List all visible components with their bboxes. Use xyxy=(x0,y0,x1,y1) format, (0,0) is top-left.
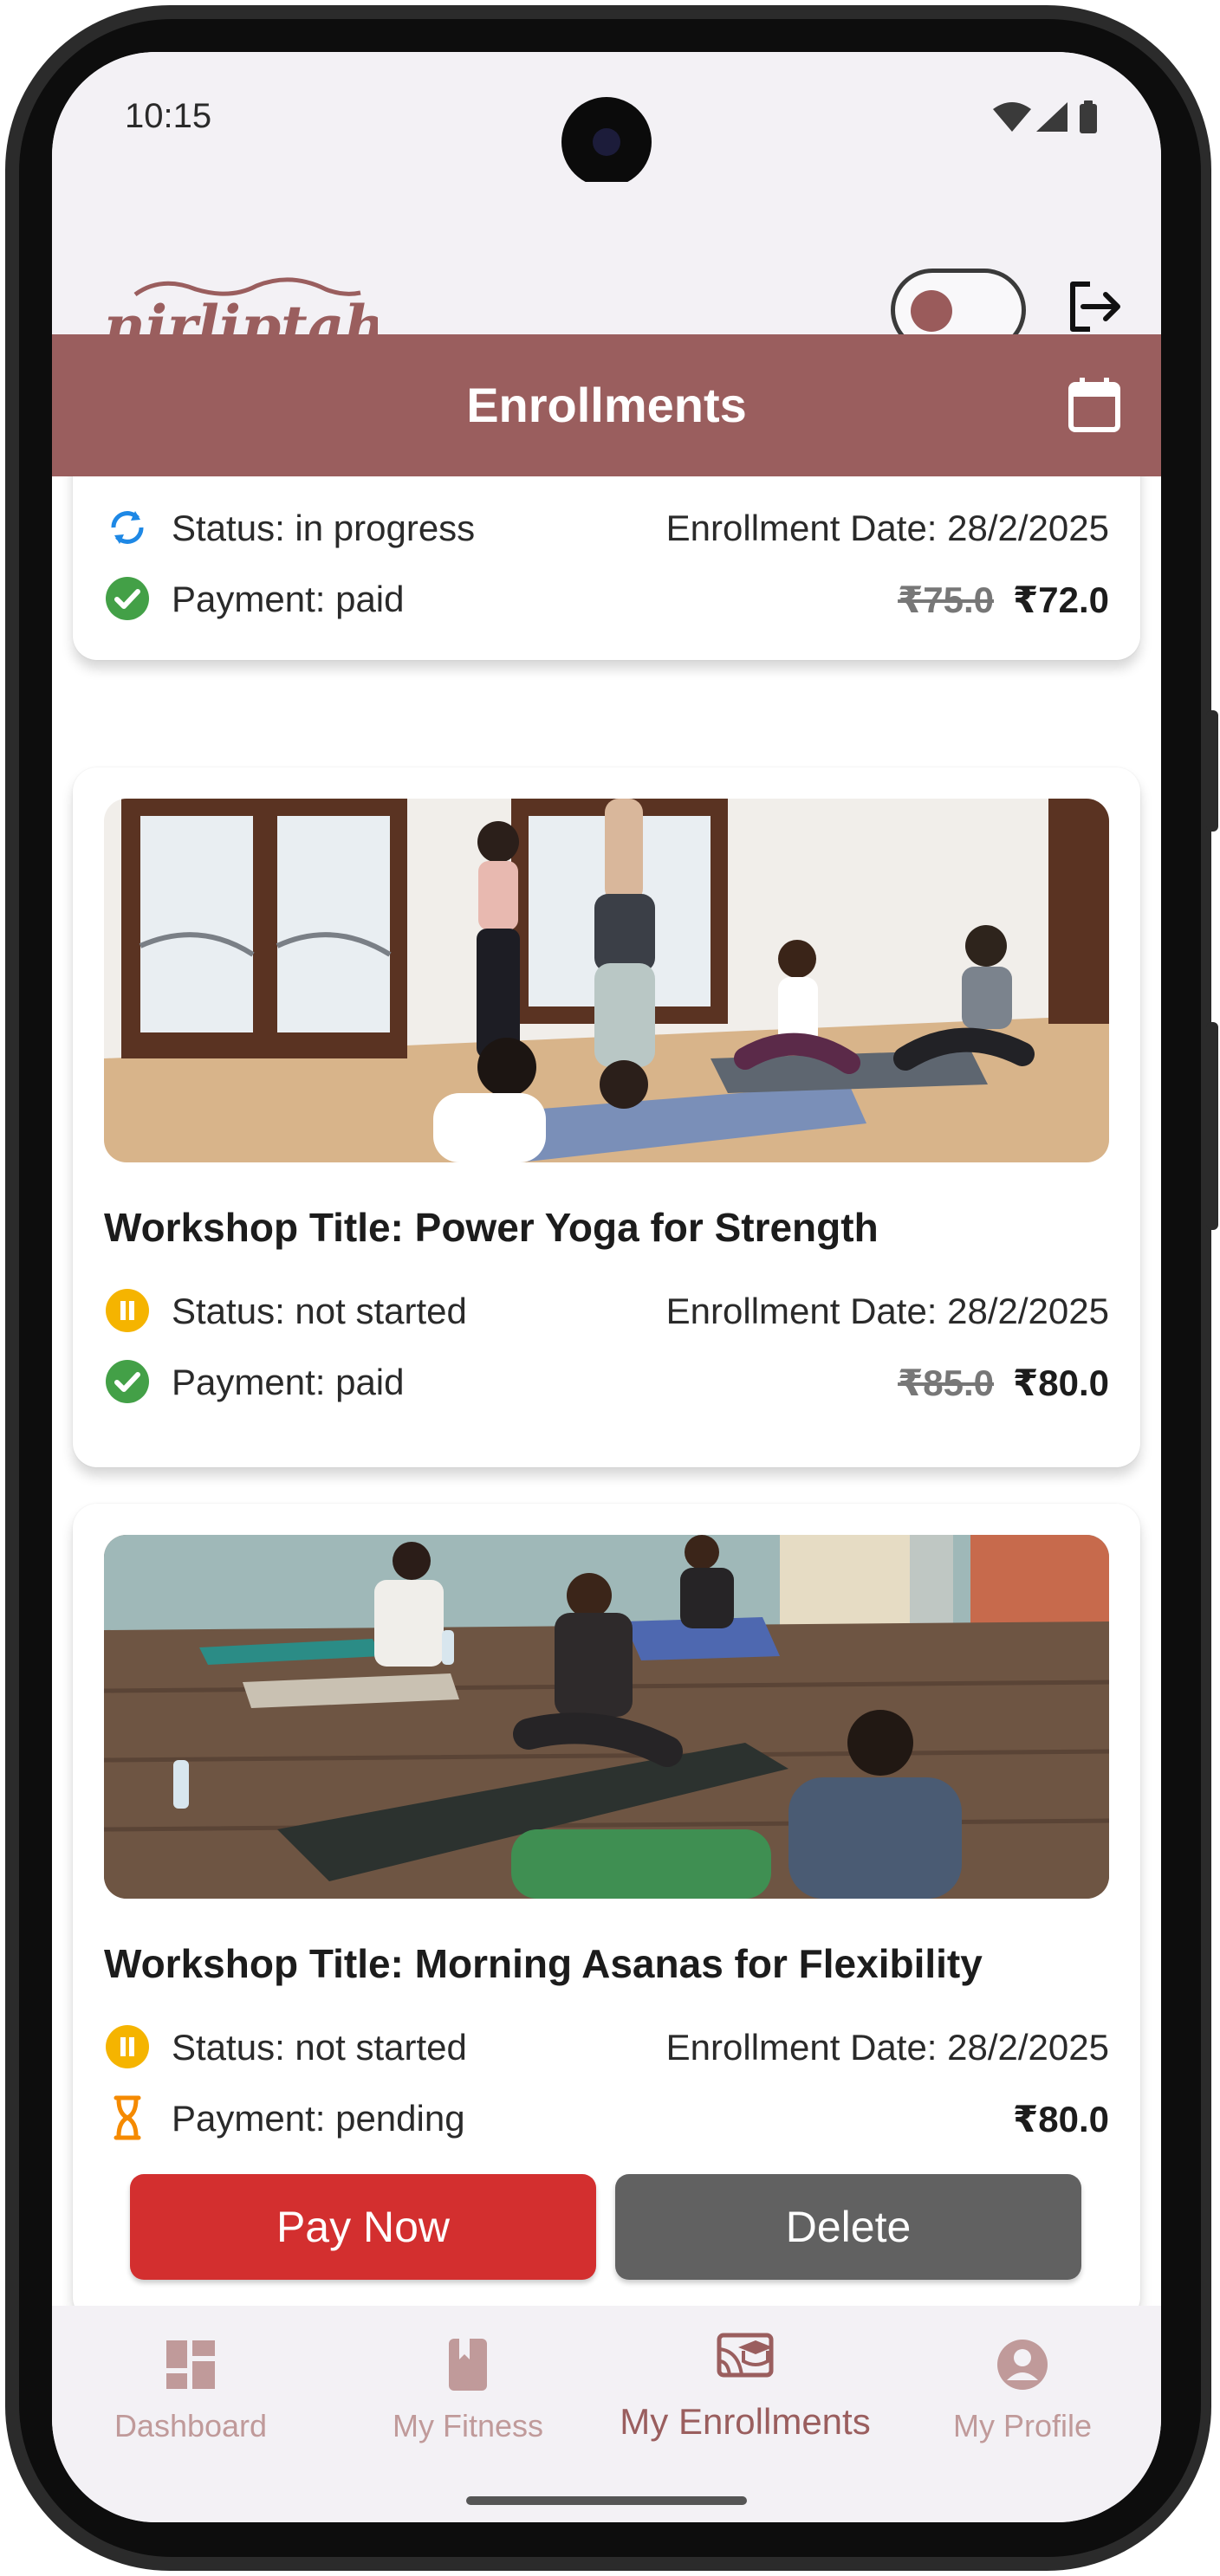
status-text: Status: in progress xyxy=(172,508,476,548)
enrollment-card: Status: in progress Enrollment Date: 28/… xyxy=(73,476,1140,660)
calendar-button[interactable] xyxy=(1068,376,1121,437)
paid-check-icon xyxy=(106,577,149,620)
nav-dashboard[interactable]: Dashboard xyxy=(52,2306,329,2462)
status-icons xyxy=(991,100,1100,139)
logout-icon xyxy=(1070,282,1120,332)
volume-button xyxy=(1206,710,1218,832)
original-price: ₹75.0 xyxy=(898,579,995,620)
status-time: 10:15 xyxy=(125,97,212,135)
dashboard-icon xyxy=(166,2340,215,2389)
paid-check-icon xyxy=(106,1360,149,1403)
toggle-knob xyxy=(911,290,952,332)
enrollments-list[interactable]: Status: in progress Enrollment Date: 28/… xyxy=(52,476,1161,2306)
signal-icon xyxy=(1036,102,1068,132)
enrollment-card[interactable]: Workshop Title: Power Yoga for Strength … xyxy=(73,767,1140,1467)
nav-label: My Fitness xyxy=(392,2408,544,2443)
discounted-price: ₹80.0 xyxy=(1013,1362,1109,1403)
enrollment-card[interactable]: Workshop Title: Morning Asanas for Flexi… xyxy=(73,1504,1140,2306)
payment-text: Payment: paid xyxy=(172,1362,405,1402)
workshop-image xyxy=(104,799,1109,1162)
screen: 10:15 nirliptah Enrollments Status: in p… xyxy=(52,52,1161,2522)
workshop-image xyxy=(104,1535,1109,1899)
in-progress-icon xyxy=(111,511,144,544)
power-button xyxy=(1206,1022,1218,1230)
home-indicator[interactable] xyxy=(466,2496,747,2505)
phone-frame: 10:15 nirliptah Enrollments Status: in p… xyxy=(0,0,1220,2576)
calendar-icon xyxy=(1068,378,1120,432)
workshop-title: Workshop Title: Morning Asanas for Flexi… xyxy=(104,1941,983,1986)
not-started-pause-icon xyxy=(106,1289,149,1332)
logout-button[interactable] xyxy=(1068,279,1123,339)
status-text: Status: not started xyxy=(172,1291,467,1331)
profile-icon xyxy=(997,2340,1048,2390)
price-amount: ₹80.0 xyxy=(1013,2099,1109,2139)
pay-now-button[interactable]: Pay Now xyxy=(130,2174,596,2280)
book-icon xyxy=(449,2339,487,2391)
not-started-pause-icon xyxy=(106,2025,149,2068)
nav-label: My Enrollments xyxy=(620,2401,871,2442)
wifi-icon xyxy=(993,102,1031,132)
nav-my-enrollments[interactable]: My Enrollments xyxy=(607,2306,884,2462)
discounted-price: ₹72.0 xyxy=(1013,579,1109,620)
nav-my-profile[interactable]: My Profile xyxy=(884,2306,1161,2462)
enrollment-date: Enrollment Date: 28/2/2025 xyxy=(665,2027,1109,2068)
bottom-nav: Dashboard My Fitness My Enrollments My P… xyxy=(52,2306,1161,2522)
page-header: Enrollments xyxy=(52,334,1161,476)
nav-label: Dashboard xyxy=(114,2408,268,2443)
delete-button[interactable]: Delete xyxy=(615,2174,1081,2280)
workshop-title: Workshop Title: Power Yoga for Strength xyxy=(104,1205,879,1250)
nav-label: My Profile xyxy=(952,2408,1093,2443)
enrollments-icon xyxy=(717,2333,774,2378)
status-bar: 10:15 xyxy=(52,52,1161,187)
enrollment-date: Enrollment Date: 28/2/2025 xyxy=(665,1291,1109,1331)
battery-icon xyxy=(1080,100,1097,133)
front-camera xyxy=(561,97,652,187)
payment-text: Payment: pending xyxy=(172,2098,465,2139)
payment-text: Payment: paid xyxy=(172,579,405,619)
enrollment-date: Enrollment Date: 28/2/2025 xyxy=(665,508,1109,548)
page-title: Enrollments xyxy=(466,378,747,432)
original-price: ₹85.0 xyxy=(898,1362,995,1403)
pending-hourglass-icon xyxy=(114,2095,141,2140)
price: ₹80.0 xyxy=(1013,2098,1109,2140)
nav-my-fitness[interactable]: My Fitness xyxy=(329,2306,607,2462)
price: ₹75.0 ₹72.0 xyxy=(898,579,1109,621)
price: ₹85.0 ₹80.0 xyxy=(898,1362,1109,1404)
status-text: Status: not started xyxy=(172,2027,467,2068)
